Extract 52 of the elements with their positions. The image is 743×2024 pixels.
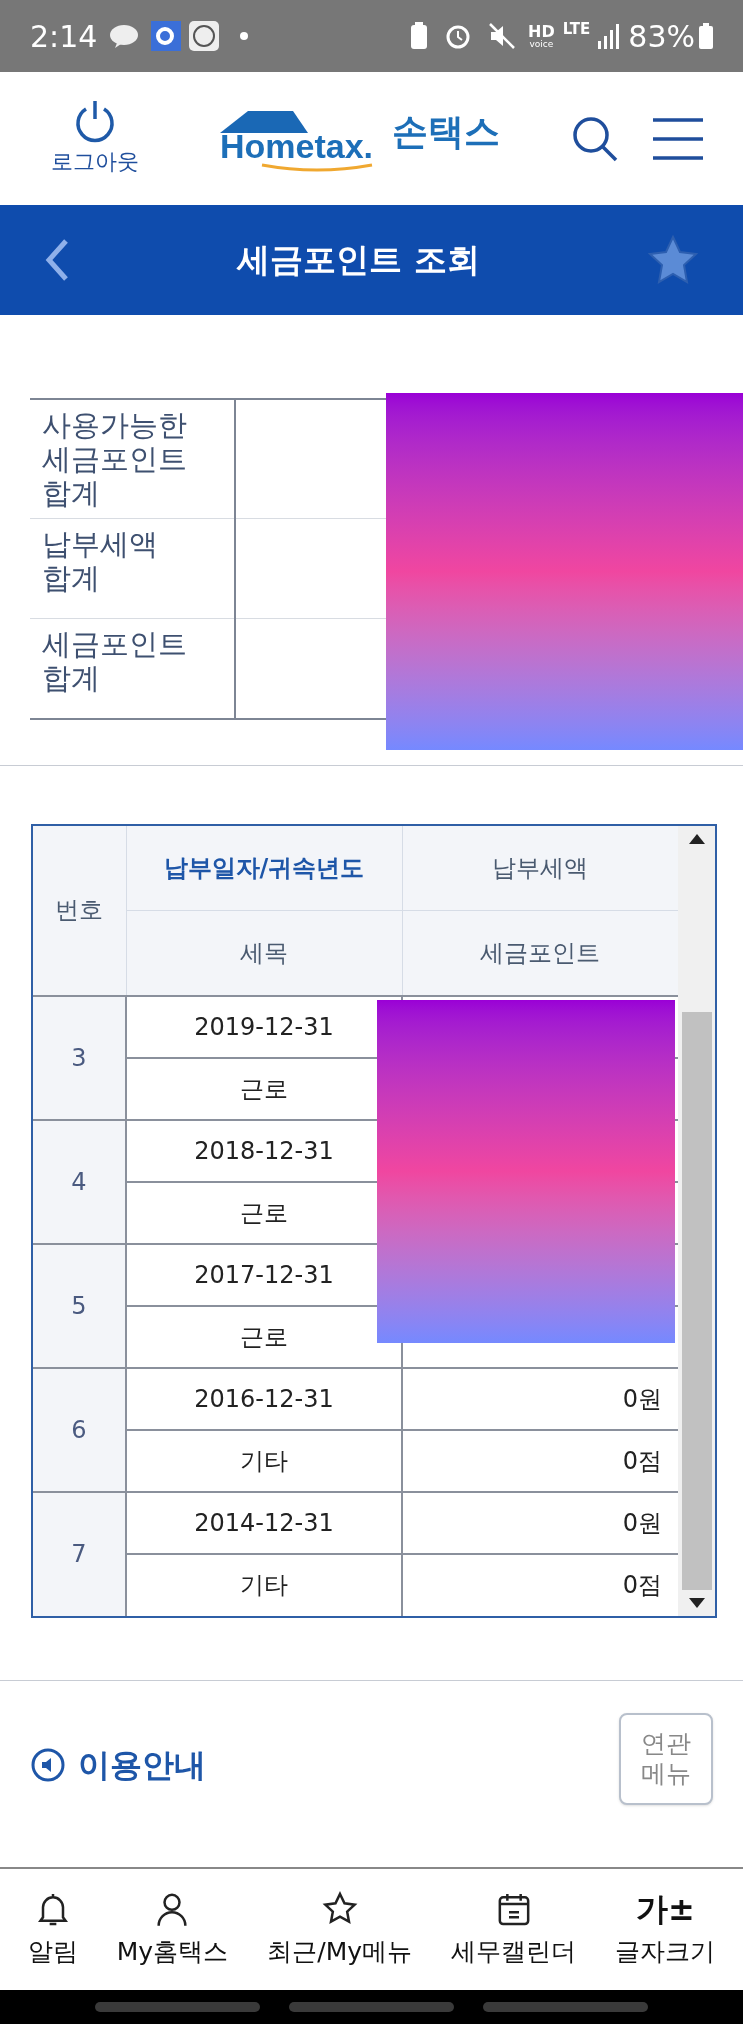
font-size-glyph: 가± <box>635 1888 695 1929</box>
scroll-up-icon <box>688 833 705 844</box>
section-title: 이용안내 <box>78 1744 206 1786</box>
row-number: 5 <box>33 1243 126 1368</box>
related-menu-button[interactable]: 연관 메뉴 <box>619 1712 713 1805</box>
power-icon <box>73 99 117 145</box>
nav-item[interactable]: My홈택스 <box>116 1888 229 1971</box>
nav-item[interactable]: 최근/My메뉴 <box>267 1888 413 1971</box>
scroll-down-icon <box>688 1597 705 1608</box>
summary-label: 납부세액 합계 <box>30 518 235 619</box>
table-cell: 2014-12-31 <box>126 1491 402 1554</box>
menu-icon <box>653 116 703 161</box>
chat-bubble-icon <box>109 23 140 49</box>
battery-icon <box>699 23 713 49</box>
table-cell: 2016-12-31 <box>126 1367 402 1430</box>
app-icon <box>151 21 182 51</box>
signal-icon <box>598 23 621 49</box>
battery-saver-icon <box>410 22 429 50</box>
back-button[interactable] <box>44 238 70 282</box>
row-number: 4 <box>33 1119 126 1244</box>
mute-icon <box>488 22 517 50</box>
roof-icon <box>220 108 310 133</box>
scrollbar[interactable] <box>678 825 715 1616</box>
scrollbar-thumb[interactable] <box>681 1011 712 1590</box>
logo-wordmark: Hometax. <box>220 128 374 163</box>
favorite-button[interactable] <box>647 235 699 285</box>
hd-label: HD <box>528 23 555 40</box>
back-icon <box>44 238 70 282</box>
clock: 2:14 <box>30 17 98 56</box>
nav-item[interactable]: 세무캘린더 <box>451 1888 577 1971</box>
table-cell: 기타 <box>126 1553 402 1616</box>
network-label: LTE <box>562 19 591 40</box>
column-header[interactable]: 납부일자/귀속년도 <box>126 825 402 911</box>
nav-item[interactable]: 알림 <box>27 1888 78 1971</box>
app-icon <box>189 21 220 51</box>
menu-button[interactable] <box>653 116 703 161</box>
row-number: 3 <box>33 995 126 1120</box>
page-title: 세금포인트 조회 <box>235 239 481 282</box>
voice-label: voice <box>529 39 554 49</box>
nav-item[interactable]: 가± 글자크기 <box>615 1888 716 1971</box>
row-number: 6 <box>33 1367 126 1492</box>
summary-label: 사용가능한 세금포인트 합계 <box>30 399 235 519</box>
speaker-icon <box>30 1746 66 1783</box>
battery-level: 83% <box>628 17 695 56</box>
column-header: 세목 <box>126 910 402 996</box>
summary-label: 세금포인트 합계 <box>30 618 235 719</box>
logo-name: 손택스 <box>392 109 500 154</box>
star-icon <box>647 235 699 285</box>
table-cell: 기타 <box>126 1429 402 1492</box>
row-number: 7 <box>33 1491 126 1616</box>
logout-button[interactable]: 로그아웃 <box>40 99 150 178</box>
dot-icon <box>239 31 250 41</box>
